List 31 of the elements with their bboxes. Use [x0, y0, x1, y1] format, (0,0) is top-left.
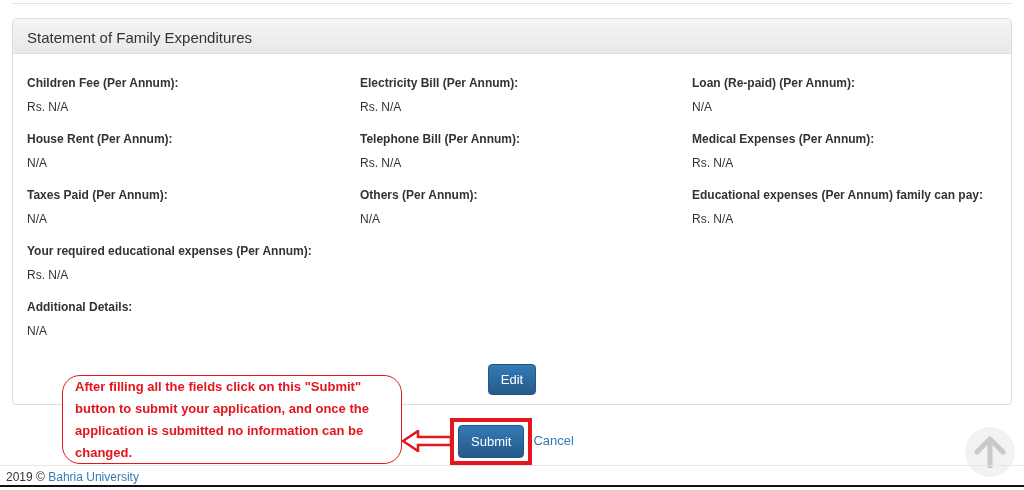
- field-label: Educational expenses (Per Annum) family can pay:: [692, 188, 984, 202]
- field-value: Rs. N/A: [692, 156, 735, 170]
- field-value: N/A: [692, 100, 713, 114]
- edit-button[interactable]: Edit: [487, 364, 537, 395]
- field-value: Rs. N/A: [360, 100, 403, 114]
- field-value: Rs. N/A: [27, 100, 70, 114]
- field-label: Medical Expenses (Per Annum):: [692, 132, 876, 146]
- field-label: Children Fee (Per Annum):: [27, 76, 180, 90]
- field-label: Loan (Re-paid) (Per Annum):: [692, 76, 856, 90]
- field-value: N/A: [360, 212, 381, 226]
- field-value: N/A: [27, 324, 48, 338]
- field-label: Telephone Bill (Per Annum):: [360, 132, 521, 146]
- arrow-up-icon: [974, 436, 1006, 468]
- scroll-up-button[interactable]: [965, 427, 1015, 477]
- field-label: Your required educational expenses (Per Annum):: [27, 244, 313, 258]
- field-label: Others (Per Annum):: [360, 188, 479, 202]
- submit-button[interactable]: Submit: [458, 424, 525, 458]
- panel-title: Statement of Family Expenditures: [27, 29, 253, 46]
- field-value: Rs. N/A: [27, 268, 70, 282]
- callout-text: After filling all the fields click on this "Submit" button to submit your application, and once the application is submitted no information can be changed.: [75, 377, 370, 462]
- field-value: N/A: [27, 212, 48, 226]
- field-label: Electricity Bill (Per Annum):: [360, 76, 520, 90]
- field-label: House Rent (Per Annum):: [27, 132, 174, 146]
- field-label: Additional Details:: [27, 300, 134, 314]
- field-label: Taxes Paid (Per Annum):: [27, 188, 169, 202]
- field-value: N/A: [27, 156, 48, 170]
- footer-link[interactable]: Bahria University: [48, 470, 139, 484]
- copyright-text: 2019 ©: [6, 470, 45, 484]
- field-value: Rs. N/A: [360, 156, 403, 170]
- field-value: Rs. N/A: [692, 212, 735, 226]
- cancel-link[interactable]: Cancel: [533, 431, 574, 451]
